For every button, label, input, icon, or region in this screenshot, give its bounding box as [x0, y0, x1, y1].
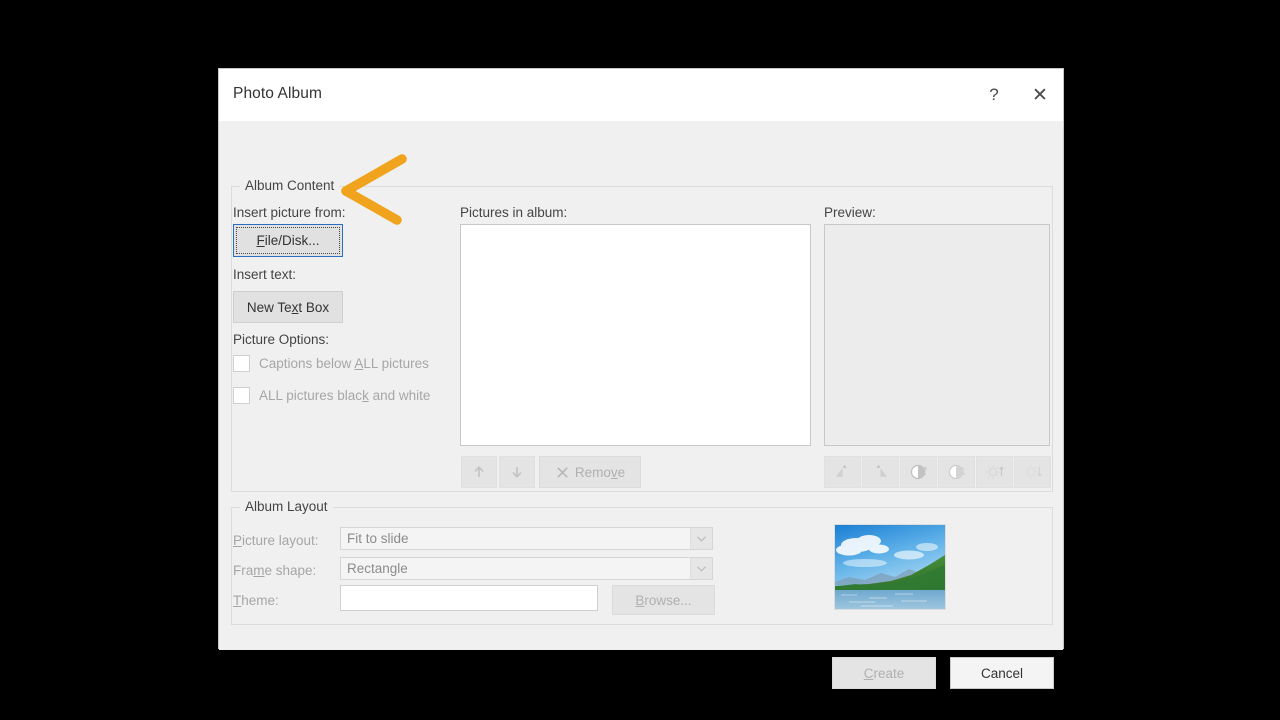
pictures-in-album-listbox[interactable]	[460, 224, 811, 446]
new-text-box-button-label: New Text Box	[246, 299, 330, 315]
chevron-down-icon[interactable]	[690, 558, 712, 579]
increase-brightness-button[interactable]	[976, 456, 1013, 488]
move-down-button[interactable]	[499, 456, 535, 488]
album-content-legend: Album Content	[240, 178, 340, 193]
decrease-brightness-button[interactable]	[1014, 456, 1051, 488]
pictures-in-album-label: Pictures in album:	[460, 205, 568, 220]
brightness-down-icon	[1023, 465, 1042, 479]
file-disk-button[interactable]: File/Disk...	[233, 224, 343, 257]
cancel-button[interactable]: Cancel	[950, 657, 1054, 689]
help-button[interactable]: ?	[971, 75, 1017, 115]
browse-button[interactable]: Browse...	[612, 585, 715, 615]
arrow-down-icon	[512, 467, 522, 478]
file-disk-button-label: File/Disk...	[256, 233, 320, 248]
landscape-photo-icon	[835, 525, 945, 609]
picture-options-label: Picture Options:	[233, 332, 330, 347]
preview-pane	[824, 224, 1050, 446]
arrow-up-icon	[474, 466, 484, 477]
new-text-box-button[interactable]: New Text Box	[233, 291, 343, 323]
checkbox-label: ALL pictures black and white	[259, 388, 431, 403]
album-layout-legend: Album Layout	[240, 499, 333, 514]
cancel-button-label: Cancel	[980, 665, 1024, 681]
frame-shape-combo[interactable]: Rectangle	[340, 557, 713, 580]
dialog-body: Album Content Insert picture from: File/…	[219, 121, 1063, 689]
picture-layout-combo[interactable]: Fit to slide	[340, 527, 713, 550]
remove-x-icon	[557, 466, 568, 478]
checkbox-box[interactable]	[233, 355, 250, 372]
browse-button-label: Browse...	[635, 592, 692, 608]
brightness-up-icon	[985, 465, 1004, 479]
close-x-icon: ✕	[1032, 84, 1048, 106]
picture-layout-label: Picture layout:	[233, 533, 319, 548]
chevron-down-icon[interactable]	[690, 528, 712, 549]
frame-shape-label: Frame shape:	[233, 563, 317, 578]
picture-layout-value: Fit to slide	[347, 531, 409, 546]
insert-picture-from-label: Insert picture from:	[233, 205, 346, 220]
remove-button-label: Remove	[574, 464, 626, 480]
titlebar-buttons: ? ✕	[971, 69, 1063, 121]
create-button-label: Create	[863, 665, 905, 681]
question-mark-icon: ?	[989, 85, 999, 104]
decrease-contrast-button[interactable]	[938, 456, 975, 488]
insert-text-label: Insert text:	[233, 267, 297, 282]
checkbox-box[interactable]	[233, 387, 250, 404]
rotate-left-icon	[835, 464, 847, 477]
theme-input[interactable]	[340, 585, 598, 611]
dialog-titlebar: Photo Album ? ✕	[219, 69, 1063, 121]
layout-preview-thumbnail	[834, 524, 946, 610]
photo-album-dialog: Photo Album ? ✕ Album Content Insert pic…	[218, 68, 1064, 689]
checkbox-label: Captions below ALL pictures	[259, 356, 429, 371]
checkbox-captions-below-all-pictures[interactable]: Captions below ALL pictures	[233, 355, 429, 372]
close-button[interactable]: ✕	[1017, 75, 1063, 115]
rotate-right-button[interactable]	[862, 456, 899, 488]
move-up-button[interactable]	[461, 456, 497, 488]
remove-button[interactable]: Remove	[539, 456, 641, 488]
frame-shape-value: Rectangle	[347, 561, 408, 576]
checkbox-all-pictures-black-and-white[interactable]: ALL pictures black and white	[233, 387, 430, 404]
dialog-title: Photo Album	[233, 85, 322, 102]
increase-contrast-button[interactable]	[900, 456, 937, 488]
contrast-up-icon	[910, 464, 927, 480]
theme-label: Theme:	[233, 593, 279, 608]
rotate-right-icon	[876, 464, 888, 477]
preview-label: Preview:	[824, 205, 876, 220]
contrast-down-icon	[948, 464, 965, 480]
screen-canvas: Photo Album ? ✕ Album Content Insert pic…	[0, 0, 1280, 720]
rotate-left-button[interactable]	[824, 456, 861, 488]
create-button[interactable]: Create	[832, 657, 936, 689]
